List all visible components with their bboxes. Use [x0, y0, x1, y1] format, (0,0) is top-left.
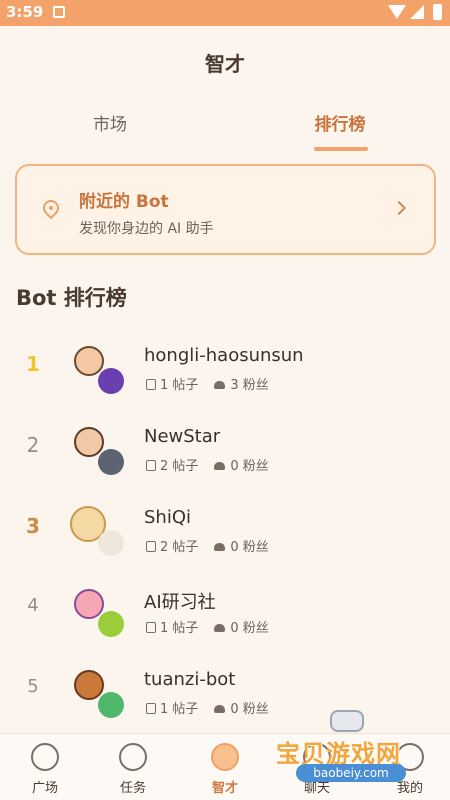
post-count: 2 帖子 [160, 459, 199, 474]
bot-avatar [98, 449, 124, 475]
ranking-row[interactable]: 3 ShiQi 2 帖子 0 粉丝 [0, 486, 450, 566]
bot-avatar [98, 692, 124, 718]
chevron-right-icon [391, 200, 407, 216]
nav-label: 任务 [119, 781, 146, 796]
tab-bar: 市场 排行榜 [0, 110, 450, 158]
fan-count: 0 粉丝 [230, 540, 269, 555]
gamepad-icon [330, 710, 364, 732]
fan-count: 0 粉丝 [230, 459, 269, 474]
nav-label: 广场 [31, 781, 58, 796]
fans-icon [214, 381, 226, 389]
check-circle-icon [119, 743, 147, 771]
rank-number: 1 [26, 352, 40, 376]
medal-icon [211, 743, 239, 771]
nearby-bot-card[interactable]: 附近的 Bot 发现你身边的 AI 助手 [15, 164, 436, 255]
post-count: 1 帖子 [160, 378, 199, 393]
wifi-icon [388, 5, 406, 19]
fans-icon [214, 462, 226, 470]
avatar [74, 670, 104, 700]
post-count: 2 帖子 [160, 540, 199, 555]
bot-stats: 1 帖子 0 粉丝 [146, 617, 269, 636]
bot-name: tuanzi-bot [144, 669, 236, 690]
ranking-row[interactable]: 1 hongli-haosunsun 1 帖子 3 粉丝 [0, 324, 450, 404]
fans-icon [214, 705, 226, 713]
notification-icon [53, 6, 65, 18]
bot-avatar [98, 368, 124, 394]
tab-leaderboard[interactable]: 排行榜 [280, 110, 400, 135]
nearby-title: 附近的 Bot [79, 192, 169, 212]
rank-number: 3 [26, 514, 40, 538]
bot-name: ShiQi [144, 507, 192, 528]
location-pin-icon [39, 196, 63, 220]
fan-count: 3 粉丝 [230, 378, 269, 393]
post-count: 1 帖子 [160, 702, 199, 717]
post-icon [146, 379, 156, 390]
battery-icon [433, 4, 442, 20]
compass-icon [31, 743, 59, 771]
nav-tasks[interactable]: 任务 [88, 734, 178, 800]
signal-icon [410, 5, 424, 19]
avatar [74, 346, 104, 376]
bot-stats: 2 帖子 0 粉丝 [146, 536, 269, 555]
active-tab-indicator [314, 147, 368, 151]
fan-count: 0 粉丝 [230, 702, 269, 717]
tab-market[interactable]: 市场 [50, 110, 170, 135]
bot-name: NewStar [144, 426, 221, 447]
rank-number: 4 [27, 595, 39, 616]
nav-square[interactable]: 广场 [0, 734, 90, 800]
nav-label: 智才 [211, 781, 238, 796]
bot-stats: 2 帖子 0 粉丝 [146, 455, 269, 474]
nav-talent[interactable]: 智才 [180, 734, 270, 800]
ranking-row[interactable]: 4 AI研习社 1 帖子 0 粉丝 [0, 567, 450, 647]
ranking-row[interactable]: 2 NewStar 2 帖子 0 粉丝 [0, 405, 450, 485]
post-icon [146, 703, 156, 714]
rank-number: 2 [26, 433, 40, 457]
post-icon [146, 541, 156, 552]
fan-count: 0 粉丝 [230, 621, 269, 636]
post-count: 1 帖子 [160, 621, 199, 636]
nearby-subtitle: 发现你身边的 AI 助手 [79, 221, 214, 237]
avatar [74, 589, 104, 619]
watermark: 宝贝游戏网 baobeiy.com [272, 710, 432, 790]
status-time: 3:59 [6, 3, 44, 21]
bot-avatar [98, 530, 124, 556]
bot-name: AI研习社 [144, 592, 216, 613]
bot-name: hongli-haosunsun [144, 345, 304, 366]
status-bar: 3:59 [0, 0, 450, 26]
watermark-url: baobeiy.com [296, 764, 406, 782]
section-title: Bot 排行榜 [16, 286, 127, 310]
fans-icon [214, 624, 226, 632]
avatar [74, 427, 104, 457]
fans-icon [214, 543, 226, 551]
page-title: 智才 [205, 52, 245, 76]
post-icon [146, 460, 156, 471]
bot-stats: 1 帖子 0 粉丝 [146, 698, 269, 717]
rank-number: 5 [27, 676, 39, 697]
post-icon [146, 622, 156, 633]
bot-avatar [98, 611, 124, 637]
bot-stats: 1 帖子 3 粉丝 [146, 374, 269, 393]
